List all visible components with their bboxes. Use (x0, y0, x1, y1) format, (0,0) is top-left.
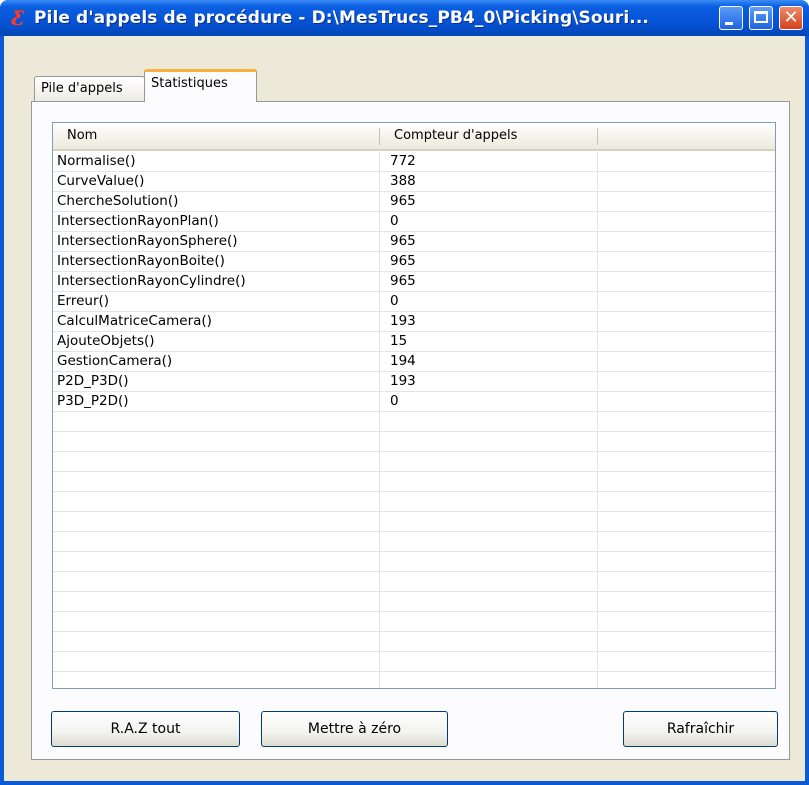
empty-row (53, 452, 775, 472)
call-count: 0 (390, 293, 399, 309)
column-separator[interactable] (597, 128, 598, 145)
column-header-name[interactable]: Nom (53, 123, 379, 149)
call-count: 965 (390, 233, 416, 249)
window-title: Pile d'appels de procédure - D:\MesTrucs… (34, 8, 649, 28)
empty-row (53, 612, 775, 632)
procedure-name: Normalise() (57, 153, 136, 169)
reset-all-button[interactable]: R.A.Z tout (51, 711, 240, 747)
app-icon: Ƹ (11, 6, 25, 30)
call-count: 194 (390, 353, 416, 369)
empty-row (53, 672, 775, 688)
window-client-area: Pile d'appels Statistiques Nom Compteur … (4, 36, 805, 781)
call-count: 193 (390, 373, 416, 389)
empty-row (53, 492, 775, 512)
call-count: 0 (390, 213, 399, 229)
procedure-name: AjouteObjets() (57, 333, 155, 349)
call-count: 965 (390, 253, 416, 269)
empty-row (53, 632, 775, 652)
procedure-name: P2D_P3D() (57, 373, 129, 389)
procedure-name: ChercheSolution() (57, 193, 179, 209)
empty-row (53, 652, 775, 672)
empty-row (53, 572, 775, 592)
procedure-name: GestionCamera() (57, 353, 173, 369)
table-row[interactable]: ChercheSolution() 965 (53, 192, 775, 212)
procedure-name: IntersectionRayonPlan() (57, 213, 219, 229)
procedure-call-stack-window: Ƹ Pile d'appels de procédure - D:\MesTru… (0, 0, 809, 785)
procedure-name: Erreur() (57, 293, 110, 309)
empty-row (53, 512, 775, 532)
reset-button[interactable]: Mettre à zéro (261, 711, 448, 747)
call-count-list[interactable]: Nom Compteur d'appels Normalise() 772 Cur… (52, 122, 776, 689)
call-count: 772 (390, 153, 416, 169)
column-header-call-count[interactable]: Compteur d'appels (380, 123, 598, 149)
close-button[interactable]: ✕ (779, 6, 803, 30)
list-rows: Normalise() 772 CurveValue() 388 ChercheSo… (53, 152, 775, 688)
minimize-button[interactable] (719, 6, 743, 30)
refresh-button[interactable]: Rafraîchir (623, 711, 778, 747)
table-row[interactable]: IntersectionRayonSphere() 965 (53, 232, 775, 252)
table-row[interactable]: Erreur() 0 (53, 292, 775, 312)
table-row[interactable]: P3D_P2D() 0 (53, 392, 775, 412)
call-count: 965 (390, 273, 416, 289)
procedure-name: IntersectionRayonCylindre() (57, 273, 246, 289)
title-bar[interactable]: Ƹ Pile d'appels de procédure - D:\MesTru… (0, 0, 809, 36)
table-row[interactable]: AjouteObjets() 15 (53, 332, 775, 352)
table-row[interactable]: Normalise() 772 (53, 152, 775, 172)
tab-statistics[interactable]: Statistiques (144, 69, 257, 102)
empty-row (53, 432, 775, 452)
empty-row (53, 472, 775, 492)
list-header: Nom Compteur d'appels (53, 123, 775, 151)
table-row[interactable]: CalculMatriceCamera() 193 (53, 312, 775, 332)
call-count: 965 (390, 193, 416, 209)
empty-row (53, 552, 775, 572)
call-count: 0 (390, 393, 399, 409)
empty-row (53, 532, 775, 552)
procedure-name: P3D_P2D() (57, 393, 129, 409)
close-icon: ✕ (783, 7, 799, 28)
table-row[interactable]: IntersectionRayonPlan() 0 (53, 212, 775, 232)
empty-row (53, 592, 775, 612)
table-row[interactable]: IntersectionRayonCylindre() 965 (53, 272, 775, 292)
table-row[interactable]: IntersectionRayonBoite() 965 (53, 252, 775, 272)
call-count: 15 (390, 333, 408, 349)
table-row[interactable]: CurveValue() 388 (53, 172, 775, 192)
maximize-button[interactable] (749, 6, 773, 30)
procedure-name: CalculMatriceCamera() (57, 313, 212, 329)
tab-call-stack[interactable]: Pile d'appels (34, 76, 145, 102)
call-count: 193 (390, 313, 416, 329)
table-row[interactable]: P2D_P3D() 193 (53, 372, 775, 392)
procedure-name: IntersectionRayonBoite() (57, 253, 225, 269)
empty-row (53, 412, 775, 432)
statistics-panel: Nom Compteur d'appels Normalise() 772 Cur… (31, 101, 790, 760)
procedure-name: CurveValue() (57, 173, 145, 189)
procedure-name: IntersectionRayonSphere() (57, 233, 238, 249)
call-count: 388 (390, 173, 416, 189)
table-row[interactable]: GestionCamera() 194 (53, 352, 775, 372)
